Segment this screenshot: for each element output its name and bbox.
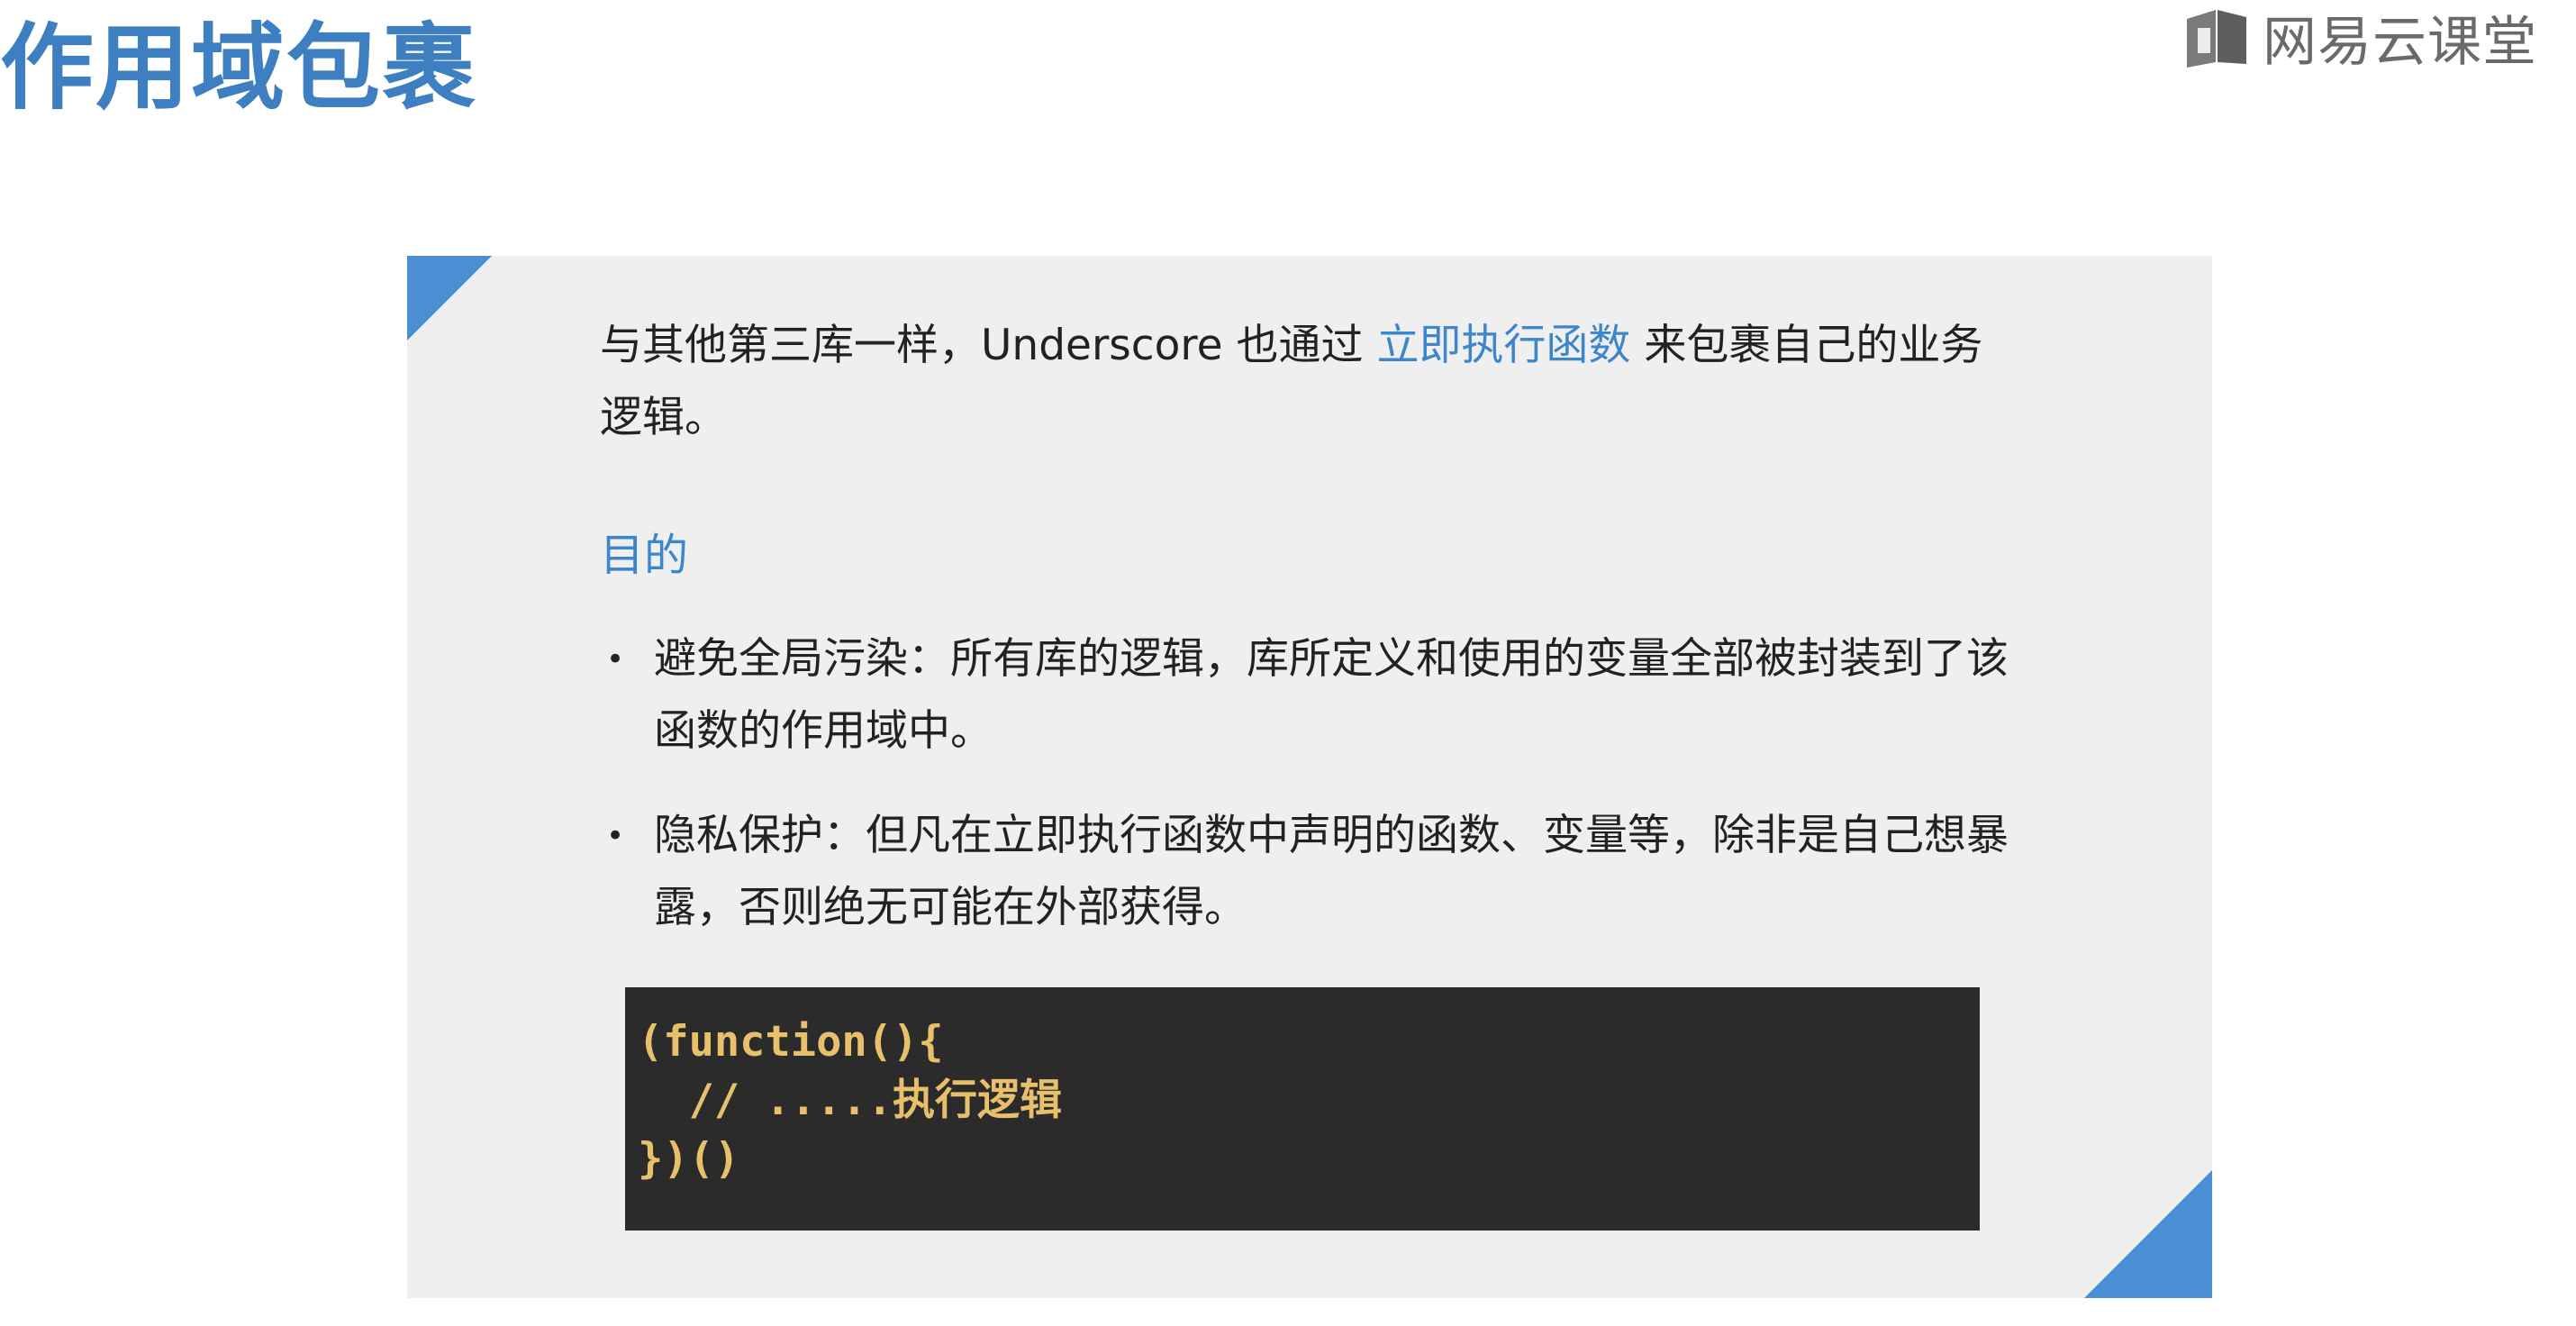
intro-paragraph: 与其他第三库一样，Underscore 也通过 立即执行函数 来包裹自己的业务逻… (600, 310, 2014, 454)
intro-text-before: 与其他第三库一样，Underscore 也通过 (600, 321, 1377, 370)
code-block: (function(){ // .....执行逻辑 })() (625, 987, 1980, 1231)
slide-card: 与其他第三库一样，Underscore 也通过 立即执行函数 来包裹自己的业务逻… (407, 256, 2212, 1298)
bullet-text: 避免全局污染：所有库的逻辑，库所定义和使用的变量全部被封装到了该函数的作用域中。 (654, 634, 2009, 756)
code-line: })() (638, 1134, 740, 1184)
code-line: // .....执行逻辑 (638, 1076, 1062, 1125)
book-icon (2187, 10, 2246, 68)
page-title: 作用域包裹 (0, 13, 478, 123)
brand-name: 网易云课堂 (2263, 10, 2537, 74)
bullet-list: • 避免全局污染：所有库的逻辑，库所定义和使用的变量全部被封装到了该函数的作用域… (600, 623, 2023, 976)
section-heading: 目的 (600, 530, 689, 581)
list-item: • 隐私保护：但凡在立即执行函数中声明的函数、变量等，除非是自己想暴露，否则绝无… (600, 800, 2023, 944)
bullet-dot: • (605, 818, 625, 854)
intro-highlight: 立即执行函数 (1376, 321, 1631, 370)
corner-triangle-bottom-right (2084, 1170, 2212, 1298)
code-line: (function(){ (638, 1017, 944, 1067)
list-item: • 避免全局污染：所有库的逻辑，库所定义和使用的变量全部被封装到了该函数的作用域… (600, 623, 2023, 767)
brand-logo: 网易云课堂 (2183, 0, 2537, 74)
corner-triangle-top-left (407, 256, 492, 341)
bullet-text: 隐私保护：但凡在立即执行函数中声明的函数、变量等，除非是自己想暴露，否则绝无可能… (654, 811, 2009, 932)
bullet-dot: • (605, 641, 625, 677)
